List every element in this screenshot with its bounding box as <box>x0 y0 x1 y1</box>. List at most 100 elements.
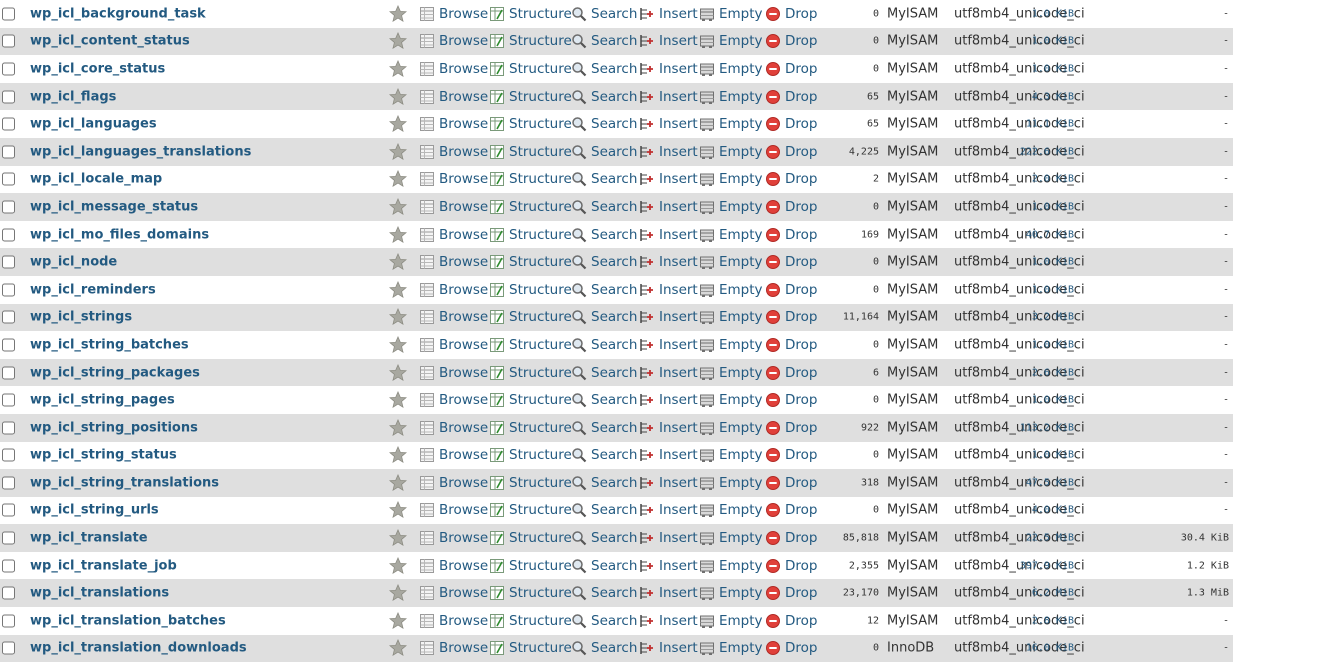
empty-button[interactable]: Empty <box>699 61 763 77</box>
browse-button[interactable]: Browse <box>419 6 488 22</box>
table-size[interactable]: 2.8 KiB <box>1032 615 1074 626</box>
table-name-link[interactable]: wp_icl_string_packages <box>30 365 200 380</box>
row-checkbox[interactable] <box>2 62 15 76</box>
row-checkbox[interactable] <box>2 586 15 600</box>
table-size[interactable]: 2.0 KiB <box>1032 174 1074 185</box>
table-name-link[interactable]: wp_icl_translation_batches <box>30 613 226 628</box>
table-name-link[interactable]: wp_icl_content_status <box>30 34 190 49</box>
insert-button[interactable]: Insert <box>639 392 698 408</box>
structure-button[interactable]: Structure <box>489 337 572 353</box>
favorite-star-icon[interactable] <box>389 225 407 244</box>
row-checkbox[interactable] <box>2 614 15 628</box>
table-size[interactable]: 113.2 KiB <box>1020 422 1074 433</box>
browse-button[interactable]: Browse <box>419 530 488 546</box>
favorite-star-icon[interactable] <box>389 611 407 630</box>
table-size[interactable]: 1.0 KiB <box>1032 257 1074 268</box>
drop-button[interactable]: Drop <box>765 89 817 105</box>
drop-button[interactable]: Drop <box>765 392 817 408</box>
row-checkbox[interactable] <box>2 283 15 297</box>
insert-button[interactable]: Insert <box>639 613 698 629</box>
search-button[interactable]: Search <box>571 447 637 463</box>
structure-button[interactable]: Structure <box>489 420 572 436</box>
structure-button[interactable]: Structure <box>489 502 572 518</box>
row-checkbox[interactable] <box>2 7 15 21</box>
drop-button[interactable]: Drop <box>765 199 817 215</box>
empty-button[interactable]: Empty <box>699 33 763 49</box>
structure-button[interactable]: Structure <box>489 447 572 463</box>
browse-button[interactable]: Browse <box>419 365 488 381</box>
drop-button[interactable]: Drop <box>765 309 817 325</box>
drop-button[interactable]: Drop <box>765 227 817 243</box>
row-checkbox[interactable] <box>2 117 15 131</box>
table-name-link[interactable]: wp_icl_string_urls <box>30 503 159 518</box>
structure-button[interactable]: Structure <box>489 144 572 160</box>
search-button[interactable]: Search <box>571 61 637 77</box>
structure-button[interactable]: Structure <box>489 254 572 270</box>
structure-button[interactable]: Structure <box>489 61 572 77</box>
drop-button[interactable]: Drop <box>765 475 817 491</box>
row-checkbox[interactable] <box>2 393 15 407</box>
drop-button[interactable]: Drop <box>765 337 817 353</box>
favorite-star-icon[interactable] <box>389 501 407 519</box>
drop-button[interactable]: Drop <box>765 254 817 270</box>
table-name-link[interactable]: wp_icl_mo_files_domains <box>30 227 209 242</box>
insert-button[interactable]: Insert <box>639 254 698 270</box>
drop-button[interactable]: Drop <box>765 171 817 187</box>
browse-button[interactable]: Browse <box>419 144 488 160</box>
table-size[interactable]: 1.0 KiB <box>1032 395 1074 406</box>
table-size[interactable]: 40.7 KiB <box>1026 229 1074 240</box>
favorite-star-icon[interactable] <box>389 253 407 271</box>
table-size[interactable]: 6.2 MiB <box>1032 588 1074 599</box>
row-checkbox[interactable] <box>2 559 15 573</box>
structure-button[interactable]: Structure <box>489 282 572 298</box>
empty-button[interactable]: Empty <box>699 6 763 22</box>
table-size[interactable]: 4.0 KiB <box>1032 505 1074 516</box>
table-name-link[interactable]: wp_icl_flags <box>30 89 116 104</box>
browse-button[interactable]: Browse <box>419 33 488 49</box>
favorite-star-icon[interactable] <box>389 556 407 575</box>
favorite-star-icon[interactable] <box>389 335 407 354</box>
table-size[interactable]: 1.0 KiB <box>1032 63 1074 74</box>
insert-button[interactable]: Insert <box>639 558 698 574</box>
empty-button[interactable]: Empty <box>699 144 763 160</box>
row-checkbox[interactable] <box>2 34 15 48</box>
favorite-star-icon[interactable] <box>389 446 407 464</box>
drop-button[interactable]: Drop <box>765 365 817 381</box>
table-size[interactable]: 47.5 KiB <box>1026 477 1074 488</box>
favorite-star-icon[interactable] <box>389 363 407 382</box>
structure-button[interactable]: Structure <box>489 475 572 491</box>
table-size[interactable]: 11.1 KiB <box>1026 119 1074 130</box>
insert-button[interactable]: Insert <box>639 640 698 656</box>
structure-button[interactable]: Structure <box>489 199 572 215</box>
browse-button[interactable]: Browse <box>419 199 488 215</box>
empty-button[interactable]: Empty <box>699 447 763 463</box>
insert-button[interactable]: Insert <box>639 116 698 132</box>
row-checkbox[interactable] <box>2 448 15 462</box>
table-name-link[interactable]: wp_icl_message_status <box>30 199 198 214</box>
search-button[interactable]: Search <box>571 144 637 160</box>
table-size[interactable]: 1.0 KiB <box>1032 8 1074 19</box>
drop-button[interactable]: Drop <box>765 420 817 436</box>
insert-button[interactable]: Insert <box>639 199 698 215</box>
table-name-link[interactable]: wp_icl_reminders <box>30 282 156 297</box>
row-checkbox[interactable] <box>2 476 15 490</box>
table-size[interactable]: 1.0 KiB <box>1032 36 1074 47</box>
empty-button[interactable]: Empty <box>699 558 763 574</box>
browse-button[interactable]: Browse <box>419 585 488 601</box>
table-size[interactable]: 1.0 KiB <box>1032 284 1074 295</box>
table-name-link[interactable]: wp_icl_locale_map <box>30 172 162 187</box>
insert-button[interactable]: Insert <box>639 337 698 353</box>
search-button[interactable]: Search <box>571 613 637 629</box>
browse-button[interactable]: Browse <box>419 640 488 656</box>
browse-button[interactable]: Browse <box>419 254 488 270</box>
search-button[interactable]: Search <box>571 309 637 325</box>
row-checkbox[interactable] <box>2 366 15 380</box>
browse-button[interactable]: Browse <box>419 613 488 629</box>
structure-button[interactable]: Structure <box>489 613 572 629</box>
row-checkbox[interactable] <box>2 145 15 159</box>
structure-button[interactable]: Structure <box>489 33 572 49</box>
insert-button[interactable]: Insert <box>639 89 698 105</box>
empty-button[interactable]: Empty <box>699 282 763 298</box>
insert-button[interactable]: Insert <box>639 33 698 49</box>
empty-button[interactable]: Empty <box>699 613 763 629</box>
